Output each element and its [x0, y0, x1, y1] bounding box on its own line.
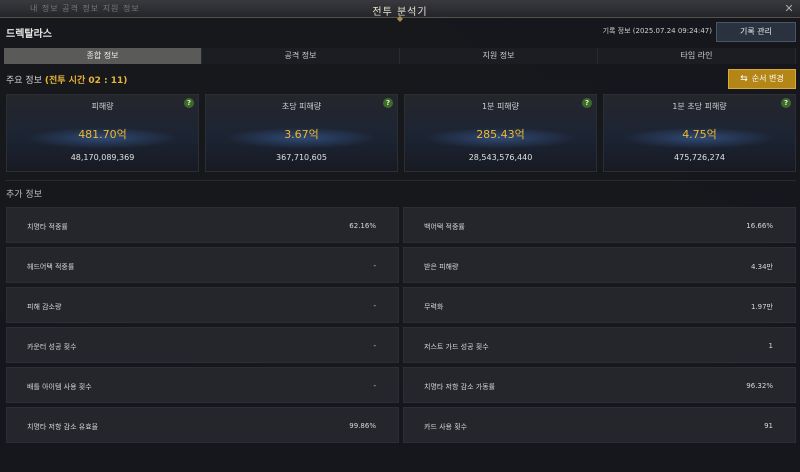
change-order-button[interactable]: ⇆ 순서 변경	[728, 69, 796, 89]
main-info-title: 주요 정보	[6, 76, 42, 86]
stat-cell: 저스트 가드 성공 횟수 1	[403, 327, 796, 363]
stat-value: 4.34만	[750, 263, 773, 271]
main-info-label: 주요 정보 (전투 시간 02 : 11)	[6, 73, 127, 86]
help-icon[interactable]: ?	[184, 98, 194, 108]
stat-cell: 치명타 저항 감소 가동률 96.32%	[403, 367, 796, 403]
stat-label: 무력화	[424, 303, 444, 311]
help-icon[interactable]: ?	[781, 98, 791, 108]
stat-value: 91	[764, 422, 773, 430]
stat-label: 치명타 저항 감소 가동률	[424, 383, 496, 391]
record-info: 기록 정보 (2025.07.24 09:24:47)	[602, 27, 712, 35]
card-title: 피해량	[91, 102, 114, 111]
card-title: 초당 피해량	[281, 102, 322, 111]
stats-row: 헤드어택 적중률 - 받은 피해량 4.34만	[6, 247, 796, 283]
card-main-value: 4.75억	[682, 128, 717, 141]
card-1min-dps: 1분 초당 피해량 ? 4.75억 475,726,274	[603, 94, 796, 172]
stat-cell: 무력화 1.97만	[403, 287, 796, 323]
card-main-value: 481.70억	[78, 128, 127, 141]
ornament-icon: ◆	[396, 14, 404, 23]
stat-label: 받은 피해량	[424, 263, 459, 271]
card-sub-value: 475,726,274	[674, 153, 725, 162]
tab-bar: 종합 정보 공격 정보 지원 정보 타임 라인	[4, 48, 796, 64]
stat-value: -	[373, 342, 376, 350]
stat-cell: 치명타 저항 감소 유효율 99.86%	[6, 407, 399, 443]
stat-label: 피해 감소량	[27, 303, 62, 311]
stat-label: 헤드어택 적중률	[27, 263, 75, 271]
stat-label: 카운터 성공 횟수	[27, 343, 77, 351]
stat-cell: 카운터 성공 횟수 -	[6, 327, 399, 363]
card-title: 1분 피해량	[481, 102, 520, 111]
combat-time: (전투 시간 02 : 11)	[44, 76, 128, 86]
stat-value: 1	[768, 342, 773, 350]
help-icon[interactable]: ?	[383, 98, 393, 108]
tab-overview[interactable]: 종합 정보	[4, 48, 202, 64]
card-1min-damage: 1분 피해량 ? 285.43억 28,543,576,440	[404, 94, 597, 172]
card-main-value: 3.67억	[284, 128, 319, 141]
stat-cell: 카드 사용 횟수 91	[403, 407, 796, 443]
stat-value: 62.16%	[349, 222, 376, 230]
stat-cell: 헤드어택 적중률 -	[6, 247, 399, 283]
stats-row: 카운터 성공 횟수 - 저스트 가드 성공 횟수 1	[6, 327, 796, 363]
stat-label: 치명타 저항 감소 유효율	[27, 423, 99, 431]
stat-value: -	[373, 382, 376, 390]
record-manage-button[interactable]: 기록 관리	[716, 22, 796, 42]
tab-attack[interactable]: 공격 정보	[202, 48, 400, 64]
card-sub-value: 28,543,576,440	[468, 153, 533, 162]
stat-label: 배틀 아이템 사용 횟수	[27, 383, 92, 391]
card-title: 1분 초당 피해량	[672, 102, 727, 111]
stat-cell: 받은 피해량 4.34만	[403, 247, 796, 283]
stat-cell: 치명타 적중률 62.16%	[6, 207, 399, 243]
stats-row: 치명타 저항 감소 유효율 99.86% 카드 사용 횟수 91	[6, 407, 796, 443]
card-sub-value: 48,170,089,369	[70, 153, 135, 162]
extra-info-label: 추가 정보	[6, 190, 42, 200]
stat-value: 99.86%	[349, 422, 376, 430]
boss-name: 드렉탈라스	[6, 29, 52, 40]
tab-support[interactable]: 지원 정보	[400, 48, 598, 64]
stat-cell: 배틀 아이템 사용 횟수 -	[6, 367, 399, 403]
extra-stats-grid: 치명타 적중률 62.16% 백어택 적중률 16.66% 헤드어택 적중률 - 받은…	[6, 207, 796, 447]
stat-cell: 피해 감소량 -	[6, 287, 399, 323]
stat-label: 치명타 적중률	[27, 223, 68, 231]
stat-value: 16.66%	[746, 222, 773, 230]
help-icon[interactable]: ?	[582, 98, 592, 108]
card-sub-value: 367,710,605	[276, 153, 327, 162]
tab-timeline[interactable]: 타임 라인	[598, 48, 796, 64]
stat-label: 카드 사용 횟수	[424, 423, 468, 431]
card-dps: 초당 피해량 ? 3.67억 367,710,605	[205, 94, 398, 172]
card-damage: 피해량 ? 481.70억 48,170,089,369	[6, 94, 199, 172]
stat-label: 저스트 가드 성공 횟수	[424, 343, 489, 351]
stat-cell: 백어택 적중률 16.66%	[403, 207, 796, 243]
combat-analyzer-window: 내 정보 공격 정보 지원 정보 전투 분석기 ✕ ◆ 드렉탈라스 기록 정보 …	[0, 0, 800, 472]
stat-value: 1.97만	[750, 303, 773, 311]
divider	[6, 180, 796, 181]
stat-value: 96.32%	[746, 382, 773, 390]
stat-value: -	[373, 302, 376, 310]
swap-icon: ⇆	[740, 74, 748, 84]
change-order-label: 순서 변경	[751, 74, 784, 83]
card-main-value: 285.43억	[476, 128, 525, 141]
stat-label: 백어택 적중률	[424, 223, 465, 231]
stats-row: 배틀 아이템 사용 횟수 - 치명타 저항 감소 가동률 96.32%	[6, 367, 796, 403]
stats-row: 피해 감소량 - 무력화 1.97만	[6, 287, 796, 323]
stat-value: -	[373, 262, 376, 270]
close-button[interactable]: ✕	[782, 2, 796, 16]
summary-cards: 피해량 ? 481.70억 48,170,089,369 초당 피해량 ? 3.…	[6, 94, 796, 172]
stats-row: 치명타 적중률 62.16% 백어택 적중률 16.66%	[6, 207, 796, 243]
